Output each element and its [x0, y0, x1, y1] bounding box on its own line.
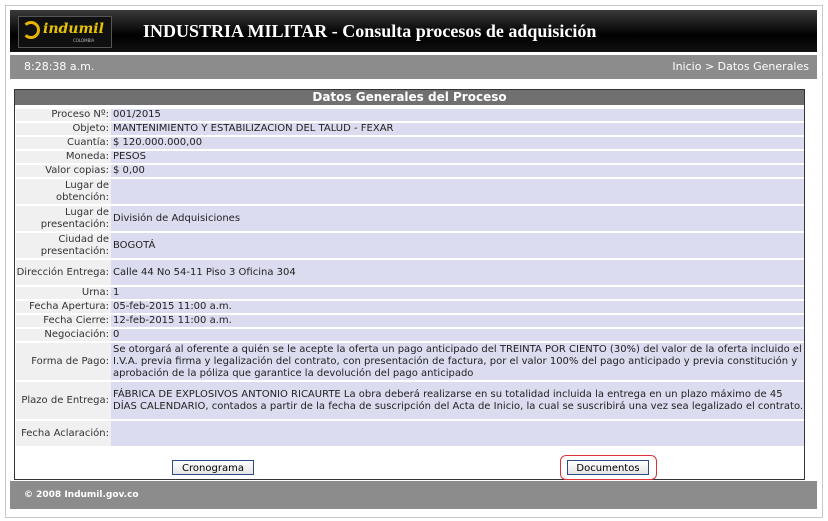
- table-row: Moneda: PESOS: [16, 151, 804, 163]
- table-row: Fecha Cierre: 12-feb-2015 11:00 a.m.: [16, 315, 804, 327]
- table-row: Negociación: 0: [16, 329, 804, 341]
- row-value: [111, 179, 804, 204]
- table-row: Lugar de obtención:: [16, 179, 804, 204]
- info-bar: 8:28:38 a.m. Inicio > Datos Generales: [10, 55, 817, 79]
- row-label: Moneda:: [16, 151, 111, 163]
- row-value: 001/2015: [111, 109, 804, 121]
- row-value: 0: [111, 329, 804, 341]
- breadcrumb-home-link[interactable]: Inicio: [672, 60, 701, 73]
- row-label: Cuantía:: [16, 137, 111, 149]
- table-row: Plazo de Entrega: FÁBRICA DE EXPLOSIVOS …: [16, 382, 804, 419]
- copyright-text: © 2008 Indumil.gov.co: [24, 490, 139, 500]
- process-details-panel: Datos Generales del Proceso Proceso Nº: …: [14, 89, 805, 480]
- row-label: Ciudad de presentación:: [16, 233, 111, 258]
- row-label: Valor copias:: [16, 165, 111, 177]
- table-row: Fecha Aclaración:: [16, 421, 804, 446]
- clock-text: 8:28:38 a.m.: [24, 60, 95, 73]
- breadcrumb-separator: >: [704, 60, 715, 73]
- table-row: Ciudad de presentación: BOGOTÁ: [16, 233, 804, 258]
- breadcrumb: Inicio > Datos Generales: [672, 60, 809, 73]
- documentos-button[interactable]: Documentos: [567, 460, 649, 475]
- header-banner: indumil COLOMBIA INDUSTRIA MILITAR - Con…: [10, 10, 817, 52]
- row-label: Negociación:: [16, 329, 111, 341]
- row-value: [111, 421, 804, 446]
- table-row: Valor copias: $ 0,00: [16, 165, 804, 177]
- row-label: Fecha Apertura:: [16, 301, 111, 313]
- row-value: Se otorgará al oferente a quién se le ac…: [111, 343, 804, 380]
- row-label: Plazo de Entrega:: [16, 382, 111, 419]
- row-label: Fecha Aclaración:: [16, 421, 111, 446]
- row-value: 1: [111, 287, 804, 299]
- table-row: Urna: 1: [16, 287, 804, 299]
- row-label: Urna:: [16, 287, 111, 299]
- cronograma-button[interactable]: Cronograma: [172, 460, 254, 475]
- table-row: Forma de Pago: Se otorgará al oferente a…: [16, 343, 804, 380]
- table-row: Lugar de presentación: División de Adqui…: [16, 206, 804, 231]
- row-value: PESOS: [111, 151, 804, 163]
- logo-subtext: COLOMBIA: [73, 38, 95, 43]
- table-row: Proceso Nº: 001/2015: [16, 109, 804, 121]
- row-value: BOGOTÁ: [111, 233, 804, 258]
- row-value: División de Adquisiciones: [111, 206, 804, 231]
- breadcrumb-current: Datos Generales: [717, 60, 809, 73]
- logo-swirl-icon: [22, 21, 40, 39]
- table-row: Fecha Apertura: 05-feb-2015 11:00 a.m.: [16, 301, 804, 313]
- row-label: Lugar de obtención:: [16, 179, 111, 204]
- table-row: Cuantía: $ 120.000.000,00: [16, 137, 804, 149]
- logo-text: indumil: [43, 21, 104, 37]
- footer-bar: © 2008 Indumil.gov.co: [10, 481, 817, 509]
- row-label: Forma de Pago:: [16, 343, 111, 380]
- row-value: $ 0,00: [111, 165, 804, 177]
- row-value: $ 120.000.000,00: [111, 137, 804, 149]
- row-value: FÁBRICA DE EXPLOSIVOS ANTONIO RICAURTE L…: [111, 382, 804, 419]
- panel-title: Datos Generales del Proceso: [15, 90, 804, 105]
- row-label: Proceso Nº:: [16, 109, 111, 121]
- details-table: Proceso Nº: 001/2015 Objeto: MANTENIMIEN…: [16, 107, 804, 448]
- row-value: MANTENIMIENTO Y ESTABILIZACION DEL TALUD…: [111, 123, 804, 135]
- row-value: 12-feb-2015 11:00 a.m.: [111, 315, 804, 327]
- row-label: Lugar de presentación:: [16, 206, 111, 231]
- indumil-logo: indumil COLOMBIA: [18, 16, 112, 48]
- row-label: Dirección Entrega:: [16, 260, 111, 285]
- row-value: Calle 44 No 54-11 Piso 3 Oficina 304: [111, 260, 804, 285]
- table-row: Objeto: MANTENIMIENTO Y ESTABILIZACION D…: [16, 123, 804, 135]
- table-row: Dirección Entrega: Calle 44 No 54-11 Pis…: [16, 260, 804, 285]
- row-label: Fecha Cierre:: [16, 315, 111, 327]
- row-value: 05-feb-2015 11:00 a.m.: [111, 301, 804, 313]
- page-title: INDUSTRIA MILITAR - Consulta procesos de…: [143, 21, 597, 41]
- row-label: Objeto:: [16, 123, 111, 135]
- page-frame: indumil COLOMBIA INDUSTRIA MILITAR - Con…: [5, 5, 823, 518]
